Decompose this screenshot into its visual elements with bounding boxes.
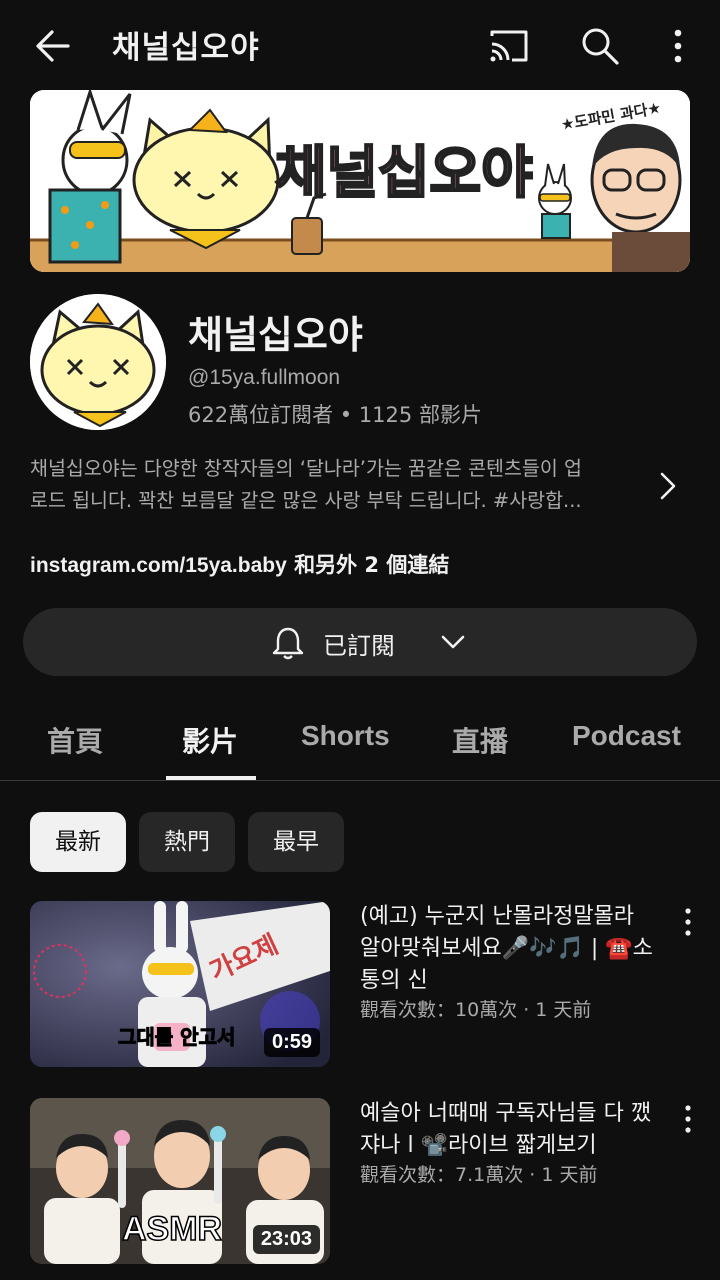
video-title[interactable]: (예고) 누군지 난몰라정말몰라 알아맞춰보세요🎤🎶🎵 | ☎️소통의 신 (360, 901, 660, 997)
description-line: 채널십오야는 다양한 창작자들의 ‘달나라’가는 꿈같은 콘텐츠들이 업 (30, 457, 582, 480)
video-duration: 23:03 (252, 1225, 320, 1254)
cast-icon[interactable] (486, 26, 532, 66)
video-thumbnail[interactable]: ASMR 23:03 (30, 1098, 330, 1264)
channel-description[interactable]: 채널십오야는 다양한 창작자들의 ‘달나라’가는 꿈같은 콘텐츠들이 업 로드 … (30, 453, 640, 517)
video-meta: 觀看次數：7.1萬次 · 1 天前 (360, 1164, 598, 1186)
thumbnail-caption: 그대를 안고서 (117, 1025, 236, 1050)
search-icon[interactable] (578, 24, 622, 68)
channel-banner: 채널십오야 ★도파민 과다★ (30, 90, 690, 272)
channel-links[interactable]: instagram.com/15ya.baby 和另外 2 個連結 (30, 549, 449, 579)
chip-oldest[interactable]: 最早 (248, 812, 344, 872)
tab-home[interactable]: 首頁 (47, 720, 103, 760)
video-more-icon[interactable] (678, 905, 698, 939)
channel-tabs: 首頁 影片 Shorts 直播 Podcast (0, 700, 720, 781)
banner-illustration: 채널십오야 ★도파민 과다★ (30, 90, 690, 272)
chip-latest[interactable]: 最新 (30, 812, 126, 872)
chevron-down-icon (441, 635, 465, 649)
page-title: 채널십오야 (112, 30, 260, 66)
subscribed-label: 已訂閱 (323, 632, 395, 660)
video-meta: 觀看次數：10萬次 · 1 天前 (360, 999, 592, 1021)
channel-avatar[interactable] (30, 294, 166, 430)
video-item[interactable]: ASMR 23:03 예슬아 너때매 구독자님들 다 깼쟈나 l 📽️라이브 짧… (30, 1098, 691, 1268)
video-thumbnail[interactable]: 가요제 그대를 안고서 0:59 (30, 901, 330, 1067)
subscribed-button[interactable]: 已訂閱 (23, 608, 697, 676)
chip-popular[interactable]: 熱門 (139, 812, 235, 872)
link-more-text[interactable]: 和另外 2 個連結 (287, 553, 449, 577)
video-more-icon[interactable] (678, 1102, 698, 1136)
tab-live[interactable]: 直播 (452, 720, 508, 760)
back-arrow-icon[interactable] (30, 24, 78, 68)
active-tab-indicator (166, 776, 256, 780)
tab-podcast[interactable]: Podcast (572, 720, 681, 752)
tab-videos[interactable]: 影片 (182, 720, 238, 760)
video-title[interactable]: 예슬아 너때매 구독자님들 다 깼쟈나 l 📽️라이브 짧게보기 (360, 1098, 660, 1162)
video-duration: 0:59 (263, 1028, 320, 1057)
more-vert-icon[interactable] (660, 24, 696, 68)
video-item[interactable]: 가요제 그대를 안고서 0:59 (예고) 누군지 난몰라정말몰라 알아맞춰보세… (30, 901, 691, 1071)
description-line: 로드 됩니다. 꽉찬 보름달 같은 많은 사랑 부탁 드립니다. #사랑합... (30, 489, 582, 512)
tab-shorts[interactable]: Shorts (301, 720, 390, 752)
bell-icon (272, 627, 304, 660)
chevron-right-icon[interactable] (654, 470, 682, 502)
channel-stats: 622萬位訂閱者 • 1125 部影片 (188, 403, 482, 427)
channel-handle: @15ya.fullmoon (188, 366, 341, 389)
avatar-cat-illustration (30, 294, 166, 430)
link-url[interactable]: instagram.com/15ya.baby (30, 554, 287, 577)
channel-name: 채널십오야 (188, 313, 363, 357)
thumbnail-caption: ASMR (121, 1209, 223, 1249)
top-app-bar: 채널십오야 (0, 0, 720, 90)
banner-title-art: 채널십오야 (275, 141, 533, 206)
